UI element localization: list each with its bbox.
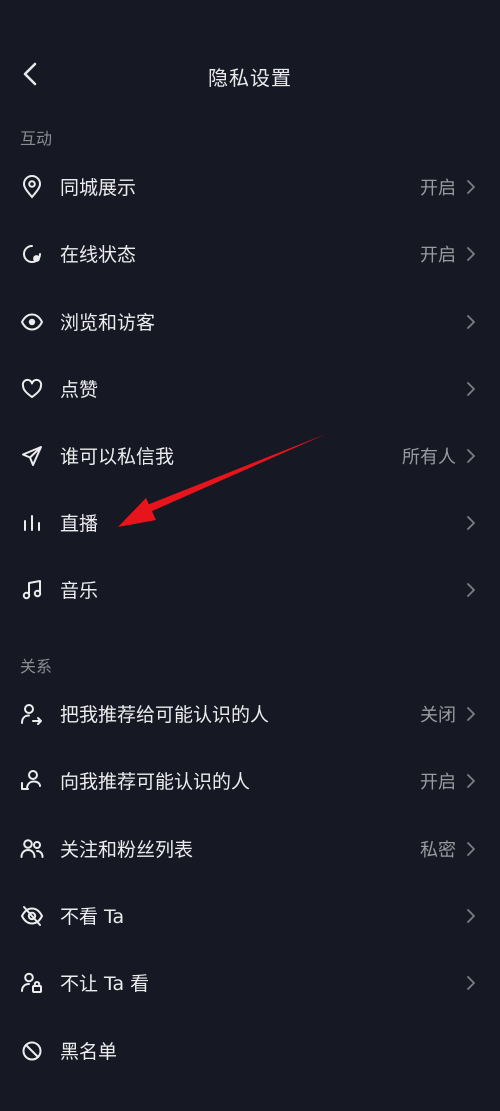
row-recommend-to-me[interactable]: 向我推荐可能认识的人 开启 [0, 747, 500, 814]
user-share-icon [21, 703, 42, 725]
send-icon [22, 445, 42, 466]
section-label-interaction: 互动 [20, 129, 53, 148]
row-online-status[interactable]: 在线状态 开启 [0, 220, 500, 287]
row-label: 不看 Ta [60, 906, 125, 928]
user-lock-icon [21, 972, 42, 993]
row-dont-let-them-see[interactable]: 不让 Ta 看 [0, 949, 500, 1016]
chevron-right-icon [467, 448, 475, 463]
row-follow-fans-list[interactable]: 关注和粉丝列表 私密 [0, 815, 500, 882]
users-icon [20, 838, 44, 858]
live-bars-icon [24, 514, 40, 531]
row-dont-see-them[interactable]: 不看 Ta [0, 882, 500, 949]
row-label: 关注和粉丝列表 [60, 839, 194, 861]
eye-off-icon [20, 905, 44, 926]
row-nearby-display[interactable]: 同城展示 开启 [0, 153, 500, 220]
row-label: 向我推荐可能认识的人 [60, 771, 251, 793]
chevron-right-icon [467, 773, 475, 788]
row-label: 音乐 [60, 580, 99, 602]
row-recommend-me[interactable]: 把我推荐给可能认识的人 关闭 [0, 680, 500, 747]
row-label: 把我推荐给可能认识的人 [60, 704, 270, 726]
page-title: 隐私设置 [208, 66, 292, 90]
chevron-right-icon [467, 314, 475, 329]
row-value: 开启 [420, 771, 456, 793]
row-label: 黑名单 [60, 1041, 118, 1063]
row-label: 浏览和访客 [60, 312, 156, 334]
row-label: 谁可以私信我 [60, 446, 175, 468]
row-browse-visitors[interactable]: 浏览和访客 [0, 288, 500, 355]
chevron-right-icon [467, 179, 475, 194]
chevron-right-icon [467, 381, 475, 396]
row-label: 同城展示 [60, 177, 137, 199]
chevron-right-icon [467, 582, 475, 597]
chevron-right-icon [467, 841, 475, 856]
row-value: 所有人 [402, 446, 456, 468]
chevron-right-icon [467, 908, 475, 923]
top-bar: 隐私设置 [0, 40, 500, 110]
online-status-icon [23, 244, 41, 263]
heart-icon [21, 378, 43, 398]
chevron-right-icon [467, 975, 475, 990]
location-pin-icon [22, 174, 42, 199]
row-label: 不让 Ta 看 [60, 973, 150, 995]
row-music[interactable]: 音乐 [0, 556, 500, 623]
row-label: 点赞 [60, 379, 99, 401]
eye-icon [20, 312, 44, 331]
row-blacklist[interactable]: 黑名单 [0, 1017, 500, 1084]
row-value: 开启 [420, 177, 456, 199]
chevron-right-icon [467, 515, 475, 530]
row-who-can-message[interactable]: 谁可以私信我 所有人 [0, 422, 500, 489]
section-label-relationship: 关系 [20, 657, 53, 676]
music-note-icon [22, 579, 42, 599]
chevron-right-icon [467, 246, 475, 261]
row-label: 在线状态 [60, 244, 137, 266]
chevron-right-icon [467, 706, 475, 721]
row-live[interactable]: 直播 [0, 489, 500, 556]
row-label: 直播 [60, 513, 99, 535]
row-value: 开启 [420, 244, 456, 266]
row-value: 私密 [420, 839, 456, 861]
user-recommend-icon [21, 769, 41, 790]
block-icon [22, 1041, 42, 1060]
row-likes[interactable]: 点赞 [0, 355, 500, 422]
row-value: 关闭 [420, 704, 456, 726]
